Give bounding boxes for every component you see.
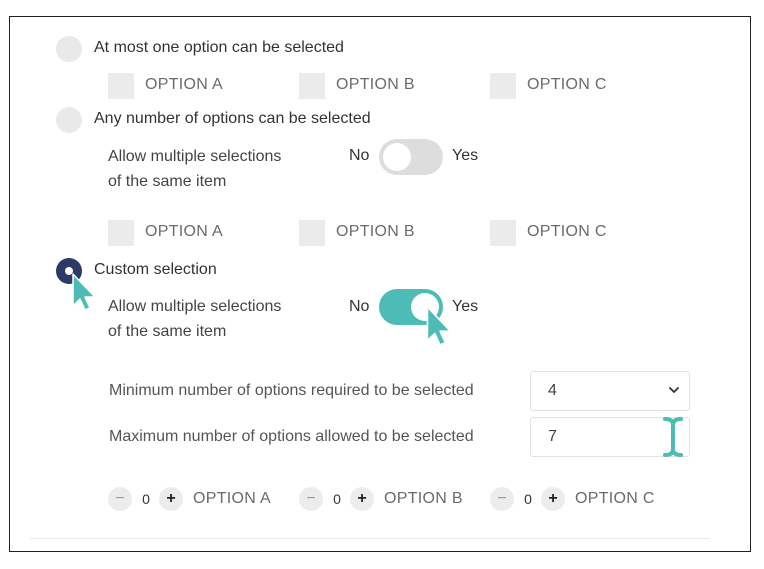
s3-allow-multiple-line2: of the same item	[108, 323, 227, 340]
s2-allow-multiple-text: Allow multiple selections of the same it…	[108, 144, 281, 194]
checkbox-s2-option-b[interactable]	[299, 220, 325, 246]
stepper-option-b-count: 0	[333, 491, 341, 507]
stepper-option-a-label: OPTION A	[193, 490, 271, 507]
s3-toggle-yes: Yes	[452, 298, 479, 315]
s1-option-b-label: OPTION B	[336, 76, 415, 93]
s2-allow-multiple-line2: of the same item	[108, 173, 227, 190]
label-any-number: Any number of options can be selected	[94, 110, 371, 127]
radio-any-number[interactable]	[56, 107, 82, 133]
pointer-cursor-icon	[72, 273, 96, 311]
max-options-value: 7	[548, 428, 557, 445]
min-options-value: 4	[548, 382, 557, 399]
stepper-option-c-minus[interactable]: −	[490, 487, 514, 511]
divider	[30, 538, 710, 539]
radio-at-most-one[interactable]	[56, 36, 82, 62]
min-options-label: Minimum number of options required to be…	[109, 382, 474, 399]
stepper-option-b-label: OPTION B	[384, 490, 463, 507]
s3-toggle-no: No	[349, 298, 370, 315]
pointer-cursor-icon	[426, 306, 452, 346]
stepper-option-a-minus[interactable]: −	[108, 487, 132, 511]
stepper-option-c-label: OPTION C	[575, 490, 655, 507]
s2-toggle-yes: Yes	[452, 147, 479, 164]
stepper-option-b-plus[interactable]: +	[350, 487, 374, 511]
label-custom-selection: Custom selection	[94, 261, 217, 278]
toggle-knob	[383, 143, 411, 171]
min-options-select[interactable]: 4	[530, 371, 690, 411]
s2-allow-multiple-line1: Allow multiple selections	[108, 148, 282, 165]
label-at-most-one: At most one option can be selected	[94, 39, 344, 56]
s1-option-a-label: OPTION A	[145, 76, 223, 93]
s1-option-c-label: OPTION C	[527, 76, 607, 93]
s2-option-c-label: OPTION C	[527, 223, 607, 240]
s3-allow-multiple-text: Allow multiple selections of the same it…	[108, 294, 281, 344]
chevron-down-icon	[669, 387, 679, 393]
stepper-option-c-plus[interactable]: +	[541, 487, 565, 511]
stepper-option-a-plus[interactable]: +	[159, 487, 183, 511]
stepper-option-a-count: 0	[142, 491, 150, 507]
checkbox-s1-option-b[interactable]	[299, 73, 325, 99]
s2-option-b-label: OPTION B	[336, 223, 415, 240]
s2-allow-multiple-toggle[interactable]	[379, 139, 443, 175]
text-cursor-icon	[663, 417, 683, 457]
checkbox-s1-option-a[interactable]	[108, 73, 134, 99]
checkbox-s1-option-c[interactable]	[490, 73, 516, 99]
s3-allow-multiple-line1: Allow multiple selections	[108, 298, 282, 315]
stepper-option-c-count: 0	[524, 491, 532, 507]
s2-toggle-no: No	[349, 147, 370, 164]
s2-option-a-label: OPTION A	[145, 223, 223, 240]
stepper-option-b-minus[interactable]: −	[299, 487, 323, 511]
max-options-label: Maximum number of options allowed to be …	[109, 428, 474, 445]
checkbox-s2-option-a[interactable]	[108, 220, 134, 246]
checkbox-s2-option-c[interactable]	[490, 220, 516, 246]
